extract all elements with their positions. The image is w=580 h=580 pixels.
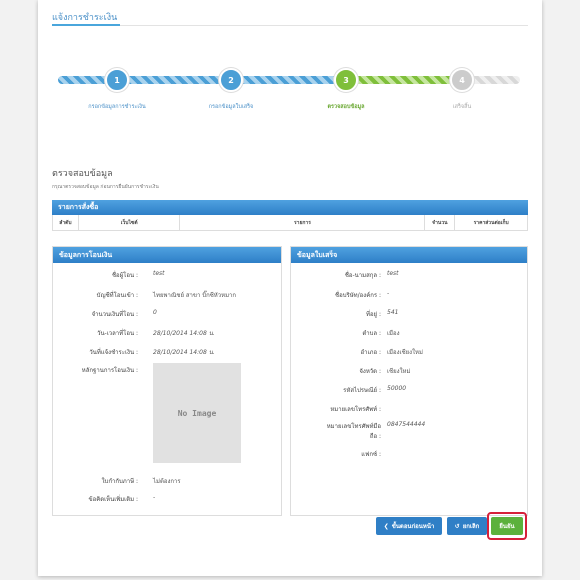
field-label: จังหวัด : (359, 368, 381, 375)
column-header-website: เว็บไซต์ (79, 215, 181, 230)
field-value: - (387, 290, 390, 297)
field-label: ที่อยู่ : (365, 311, 381, 318)
section-title: ตรวจสอบข้อมูล (52, 169, 113, 179)
column-header-qty: จำนวน (425, 215, 456, 230)
progress-track-active (340, 76, 462, 84)
step-3-label: ตรวจสอบข้อมูล (327, 104, 365, 110)
field-label: หมายเลขโทรศัพท์ : (330, 406, 381, 413)
field-label: อำเภอ : (360, 349, 381, 356)
field-value: test (153, 270, 165, 277)
transfer-panel: ข้อมูลการโอนเงิน ชื่อผู้โอน : test บัญชี… (52, 246, 282, 516)
proof-label: หลักฐานการโอนเงิน : (81, 367, 138, 374)
field-label: จำนวนเงินที่โอน : (91, 311, 138, 318)
field-label: หมายเลขโทรศัพท์มือถือ : (326, 423, 381, 440)
field-value: 28/10/2014 14:08 น. (153, 330, 215, 337)
field-value: เชียงใหม่ (387, 368, 411, 375)
field-label: ชื่อบริษัท/องค์กร : (335, 292, 381, 299)
step-1-label: กรอกข้อมูลการชำระเงิน (88, 104, 146, 110)
title-underline (52, 24, 120, 26)
field-value: ไทยพาณิชย์ สาขา บิ๊กซีหัวหมาก (153, 292, 237, 299)
field-label: ตำบล : (362, 330, 381, 337)
field-value: 541 (387, 309, 399, 316)
step-4-circle: 4 (450, 68, 474, 92)
back-button-label: ขั้นตอนก่อนหน้า (391, 523, 435, 530)
receipt-panel: ข้อมูลใบเสร็จ ชื่อ-นามสกุล : test ชื่อบร… (290, 246, 528, 516)
field-value: เมืองเชียงใหม่ (387, 349, 423, 356)
step-2-label: กรอกข้อมูลใบเสร็จ (208, 104, 254, 110)
field-value: เมือง (387, 330, 400, 337)
note-label: ข้อคิดเห็นเพิ่มเติม : (88, 496, 138, 503)
step-3-circle: 3 (334, 68, 358, 92)
field-value: test (387, 270, 399, 277)
orders-table: รายการสั่งซื้อ ลำดับ เว็บไซต์ รายการ จำน… (52, 200, 528, 231)
tax-label: ใบกำกับภาษี : (101, 478, 138, 485)
tax-value: ไม่ต้องการ (153, 478, 181, 485)
step-2-circle: 2 (219, 68, 243, 92)
chevron-left-icon: ❮ (383, 522, 389, 530)
field-value: 50000 (387, 385, 407, 392)
field-label: วัน-เวลาที่โอน : (97, 330, 138, 337)
page-title: แจ้งการชำระเงิน (52, 13, 118, 23)
confirm-button[interactable]: ยืนยัน (491, 517, 523, 535)
transfer-panel-header: ข้อมูลการโอนเงิน (53, 247, 281, 263)
section-subtitle: กรุณาตรวจสอบข้อมูล ก่อนการยืนยันการชำระเ… (52, 184, 159, 190)
field-label: วันที่แจ้งชำระเงิน : (89, 349, 138, 356)
note-value: - (153, 494, 156, 501)
field-label: รหัสไปรษณีย์ : (343, 387, 381, 394)
step-1-circle: 1 (105, 68, 129, 92)
column-header-index: ลำดับ (53, 215, 79, 230)
field-label: บัญชีที่โอนเข้า : (96, 292, 138, 299)
field-label: ชื่อ-นามสกุล : (344, 272, 381, 279)
orders-header: รายการสั่งซื้อ (52, 200, 528, 215)
progress-track-done (58, 76, 343, 84)
step-4-label: เสร็จสิ้น (452, 104, 472, 110)
undo-icon: ↺ (454, 522, 460, 530)
field-label: ชื่อผู้โอน : (111, 272, 138, 279)
payment-card: แจ้งการชำระเงิน 1 2 3 4 กรอกข้อมูลการชำร… (38, 0, 542, 576)
column-header-price: ราคาส่วนต่อเก็บ (473, 219, 509, 226)
proof-image-placeholder: No Image (153, 363, 241, 463)
field-value: 0 (153, 309, 157, 316)
column-header-item: รายการ (180, 215, 426, 230)
field-value: 28/10/2014 14:08 น. (153, 349, 215, 356)
back-button[interactable]: ❮ ขั้นตอนก่อนหน้า (376, 517, 442, 535)
field-value: 0847544444 (387, 421, 426, 428)
receipt-panel-header: ข้อมูลใบเสร็จ (291, 247, 527, 263)
orders-column-headers: ลำดับ เว็บไซต์ รายการ จำนวน ราคาส่วนต่อเ… (52, 215, 528, 231)
cancel-button-label: ยกเลิก (462, 523, 480, 530)
cancel-button[interactable]: ↺ ยกเลิก (447, 517, 487, 535)
title-divider (52, 25, 528, 26)
field-label: แฟกซ์ : (361, 451, 381, 458)
